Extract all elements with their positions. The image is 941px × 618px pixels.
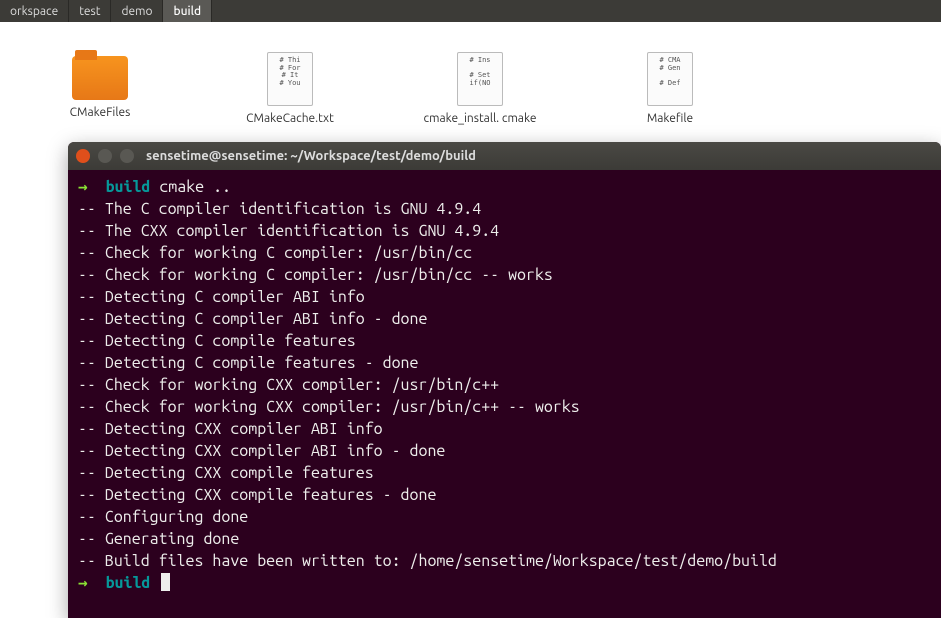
terminal-output-line: -- Detecting C compile features - done xyxy=(78,352,931,374)
prompt-arrow-icon: → xyxy=(78,574,106,592)
terminal-output-line: -- Build files have been written to: /ho… xyxy=(78,550,931,572)
terminal-output-line: -- The CXX compiler identification is GN… xyxy=(78,220,931,242)
terminal-output-line: -- Detecting CXX compiler ABI info - don… xyxy=(78,440,931,462)
terminal-output-line: -- Detecting C compiler ABI info - done xyxy=(78,308,931,330)
file-label: cmake_install. cmake xyxy=(424,112,537,126)
close-icon[interactable] xyxy=(76,149,90,163)
file-item[interactable]: # CMA # Gen # Def Makefile xyxy=(610,52,730,126)
breadcrumb: orkspacetestdemobuild xyxy=(0,0,941,22)
file-grid: CMakeFiles # Thi # For # It # You CMakeCac… xyxy=(0,22,941,126)
terminal-output-line: -- Generating done xyxy=(78,528,931,550)
textfile-icon: # Ins # Set if(NO xyxy=(457,52,503,106)
terminal-titlebar[interactable]: sensetime@sensetime: ~/Workspace/test/de… xyxy=(68,142,941,170)
terminal-output-line: -- Detecting CXX compiler ABI info xyxy=(78,418,931,440)
terminal-window: sensetime@sensetime: ~/Workspace/test/de… xyxy=(68,142,941,618)
terminal-body[interactable]: → build cmake ..-- The C compiler identi… xyxy=(68,170,941,618)
cursor-icon xyxy=(161,573,170,591)
terminal-output-line: -- Detecting CXX compile features xyxy=(78,462,931,484)
terminal-line: → build cmake .. xyxy=(78,176,931,198)
textfile-icon: # Thi # For # It # You xyxy=(267,52,313,106)
terminal-output-line: -- Check for working CXX compiler: /usr/… xyxy=(78,374,931,396)
folder-icon xyxy=(72,56,128,100)
terminal-output-line: -- Check for working CXX compiler: /usr/… xyxy=(78,396,931,418)
file-label: CMakeCache.txt xyxy=(246,112,334,126)
file-item[interactable]: CMakeFiles xyxy=(40,52,160,126)
textfile-icon: # CMA # Gen # Def xyxy=(647,52,693,106)
terminal-output-line: -- The C compiler identification is GNU … xyxy=(78,198,931,220)
terminal-line: → build xyxy=(78,572,931,594)
file-item[interactable]: # Thi # For # It # You CMakeCache.txt xyxy=(230,52,350,126)
terminal-output-line: -- Detecting CXX compile features - done xyxy=(78,484,931,506)
file-label: CMakeFiles xyxy=(70,106,131,120)
terminal-output-line: -- Detecting C compile features xyxy=(78,330,931,352)
minimize-icon[interactable] xyxy=(98,149,112,163)
breadcrumb-item[interactable]: build xyxy=(163,0,212,22)
terminal-title: sensetime@sensetime: ~/Workspace/test/de… xyxy=(146,149,476,163)
terminal-output-line: -- Detecting C compiler ABI info xyxy=(78,286,931,308)
breadcrumb-item[interactable]: demo xyxy=(111,0,163,22)
breadcrumb-item[interactable]: test xyxy=(69,0,111,22)
prompt-arrow-icon: → xyxy=(78,178,106,196)
breadcrumb-item[interactable]: orkspace xyxy=(0,0,69,22)
prompt-dir: build xyxy=(106,178,151,196)
terminal-command: cmake .. xyxy=(150,178,231,196)
terminal-output-line: -- Check for working C compiler: /usr/bi… xyxy=(78,242,931,264)
file-label: Makefile xyxy=(647,112,693,126)
file-item[interactable]: # Ins # Set if(NO cmake_install. cmake xyxy=(420,52,540,126)
maximize-icon[interactable] xyxy=(120,149,134,163)
prompt-dir: build xyxy=(106,574,151,592)
terminal-output-line: -- Configuring done xyxy=(78,506,931,528)
terminal-output-line: -- Check for working C compiler: /usr/bi… xyxy=(78,264,931,286)
